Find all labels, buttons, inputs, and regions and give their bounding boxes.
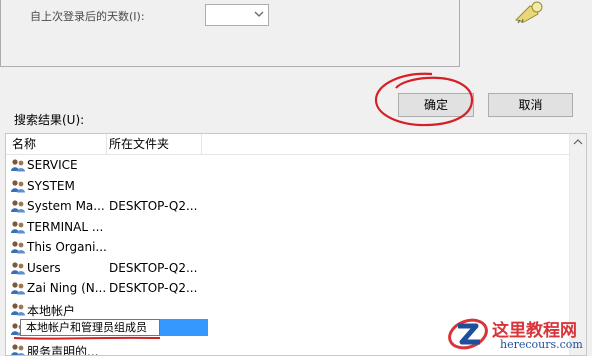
- user-group-icon: [11, 159, 25, 172]
- row-name: This Organi...: [27, 240, 107, 254]
- days-since-login-select[interactable]: [205, 4, 269, 26]
- list-item[interactable]: This Organi...: [8, 237, 568, 257]
- list-item[interactable]: SERVICE: [8, 155, 568, 175]
- row-name: 服务声明的...: [27, 344, 99, 356]
- list-header: 名称 所在文件夹: [6, 134, 586, 155]
- row-name: TERMINAL ...: [27, 219, 104, 234]
- list-item[interactable]: SYSTEM: [8, 176, 568, 196]
- user-group-icon: [11, 220, 25, 233]
- row-name: 本地帐户: [27, 303, 76, 318]
- row-folder: DESKTOP-Q2...: [109, 199, 198, 213]
- row-name: Users: [27, 260, 61, 275]
- user-group-icon: [11, 302, 25, 315]
- row-name: SERVICE: [27, 158, 78, 172]
- watermark: 这里教程网 herecours.com: [446, 312, 592, 356]
- row-name: System Ma...: [27, 199, 105, 213]
- watermark-logo: [448, 318, 488, 350]
- row-name: Zai Ning (N...: [27, 281, 107, 295]
- list-item[interactable]: Users DESKTOP-Q2...: [8, 258, 568, 278]
- scroll-up-arrow-icon[interactable]: [573, 138, 583, 146]
- column-header-folder[interactable]: 所在文件夹: [107, 134, 202, 154]
- user-group-icon: [11, 200, 25, 213]
- days-since-login-label: 自上次登录后的天数(I):: [30, 10, 145, 23]
- watermark-url: herecours.com: [500, 338, 583, 351]
- cancel-button[interactable]: 取消: [488, 93, 573, 117]
- tooltip: 本地帐户和管理员组成员: [20, 319, 160, 336]
- user-group-icon: [11, 282, 25, 295]
- user-group-icon: [11, 241, 25, 254]
- column-header-name[interactable]: 名称: [10, 134, 107, 154]
- search-results-label: 搜索结果(U):: [14, 113, 85, 127]
- user-group-icon: [11, 343, 25, 355]
- chevron-down-icon: [254, 11, 264, 17]
- list-item[interactable]: TERMINAL ...: [8, 217, 568, 237]
- user-group-icon: [11, 179, 25, 192]
- row-folder: DESKTOP-Q2...: [109, 260, 198, 275]
- ok-button[interactable]: 确定: [398, 93, 474, 117]
- row-name: SYSTEM: [27, 178, 75, 193]
- search-keys-icon: [515, 1, 543, 24]
- list-item[interactable]: Zai Ning (N... DESKTOP-Q2...: [8, 278, 568, 298]
- list-item[interactable]: System Ma... DESKTOP-Q2...: [8, 196, 568, 216]
- row-folder: DESKTOP-Q2...: [109, 281, 198, 295]
- user-group-icon: [11, 261, 25, 274]
